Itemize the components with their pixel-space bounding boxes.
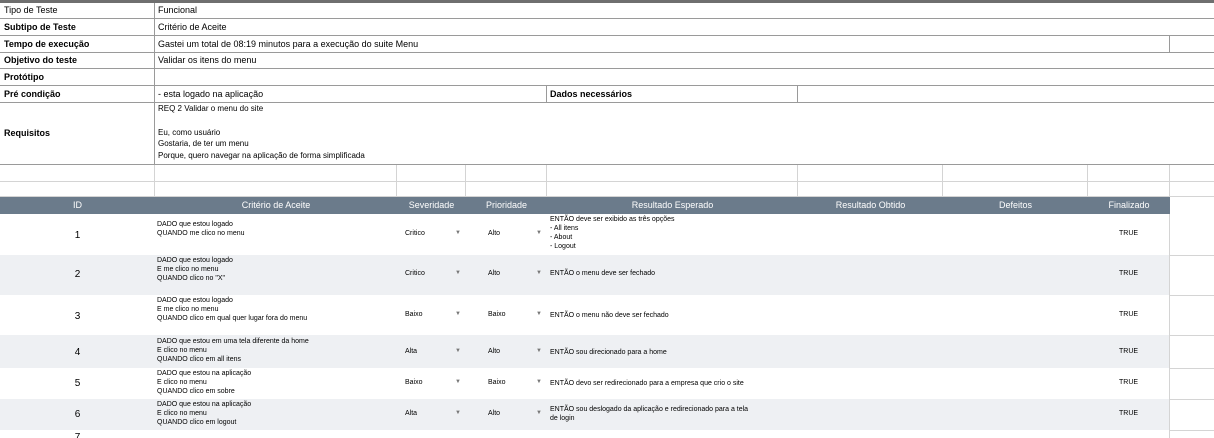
requisitos-line: REQ 2 Validar o menu do site	[158, 104, 264, 113]
row-resultado-esperado[interactable]: ENTÃO o menu não deve ser fechado	[550, 311, 669, 320]
dados-necessarios-value[interactable]	[798, 86, 1169, 102]
header-resultado-esperado[interactable]: Resultado Esperado	[547, 197, 798, 214]
requisitos-value[interactable]: REQ 2 Validar o menu do site Eu, como us…	[155, 103, 755, 164]
row-prioridade[interactable]: Alto	[488, 348, 500, 355]
row-id: 2	[74, 269, 81, 280]
row-severidade[interactable]: Alta	[405, 348, 417, 355]
row-criterio[interactable]: DADO que estou na aplicação E clico no m…	[157, 369, 251, 396]
row-resultado-esperado[interactable]: ENTÃO o menu deve ser fechado	[550, 269, 655, 278]
table-row[interactable]: 3 DADO que estou logado E me clico no me…	[0, 295, 1170, 335]
row-finalizado[interactable]: TRUE	[1119, 230, 1138, 237]
dropdown-arrow-icon[interactable]: ▼	[536, 410, 542, 416]
requisitos-line: Eu, como usuário	[158, 127, 221, 137]
subtipo-value[interactable]: Critério de Aceite	[155, 19, 755, 35]
requisitos-line	[158, 115, 755, 127]
pre-condicao-label: Pré condição	[4, 89, 61, 99]
row-resultado-esperado[interactable]: ENTÃO devo ser redirecionado para a empr…	[550, 379, 744, 388]
table-row[interactable]: 4 DADO que estou em uma tela diferente d…	[0, 335, 1170, 368]
dropdown-arrow-icon[interactable]: ▼	[455, 270, 461, 276]
table-row[interactable]: 6 DADO que estou na aplicação E clico no…	[0, 399, 1170, 430]
row-resultado-esperado[interactable]: ENTÃO deve ser exibido as três opções - …	[550, 215, 675, 251]
row-finalizado[interactable]: TRUE	[1119, 379, 1138, 386]
row-criterio[interactable]: DADO que estou na aplicação E clico no m…	[157, 400, 251, 427]
row-id: 7	[74, 432, 81, 438]
dropdown-arrow-icon[interactable]: ▼	[536, 348, 542, 354]
spreadsheet: Tipo de Teste Funcional Subtipo de Teste…	[0, 0, 1214, 438]
row-criterio[interactable]: DADO que estou logado E me clico no menu…	[157, 296, 307, 323]
row-prioridade[interactable]: Alto	[488, 270, 500, 277]
tipo-label: Tipo de Teste	[4, 5, 58, 15]
table-row[interactable]: 7	[0, 430, 1170, 438]
row-criterio[interactable]: DADO que estou logado E me clico no menu…	[157, 256, 233, 283]
header-finalizado[interactable]: Finalizado	[1088, 197, 1170, 214]
prototipo-value[interactable]	[155, 69, 755, 85]
table-row[interactable]: 1 DADO que estou logado QUANDO me clico …	[0, 214, 1170, 255]
row-criterio[interactable]: DADO que estou logado QUANDO me clico no…	[157, 220, 245, 238]
row-finalizado[interactable]: TRUE	[1119, 270, 1138, 277]
dropdown-arrow-icon[interactable]: ▼	[455, 230, 461, 236]
row-finalizado[interactable]: TRUE	[1119, 311, 1138, 318]
row-id: 3	[74, 311, 81, 322]
header-criterio[interactable]: Critério de Aceite	[155, 197, 397, 214]
header-resultado-obtido[interactable]: Resultado Obtido	[798, 197, 943, 214]
row-id: 6	[74, 409, 81, 420]
table-row[interactable]: 2 DADO que estou logado E me clico no me…	[0, 255, 1170, 295]
empty-row	[0, 165, 1214, 182]
row-severidade[interactable]: Baixo	[405, 311, 423, 318]
table-row[interactable]: 5 DADO que estou na aplicação E clico no…	[0, 368, 1170, 399]
header-severidade[interactable]: Severidade	[397, 197, 466, 214]
requisitos-line: Porque, quero navegar na aplicação de fo…	[158, 151, 365, 161]
dropdown-arrow-icon[interactable]: ▼	[455, 410, 461, 416]
dropdown-arrow-icon[interactable]: ▼	[536, 379, 542, 385]
header-defeitos[interactable]: Defeitos	[943, 197, 1088, 214]
row-prioridade[interactable]: Baixo	[488, 379, 506, 386]
row-severidade[interactable]: Critico	[405, 230, 425, 237]
objetivo-label: Objetivo do teste	[4, 55, 78, 65]
objetivo-value[interactable]: Validar os itens do menu	[155, 53, 755, 68]
row-finalizado[interactable]: TRUE	[1119, 348, 1138, 355]
prototipo-label: Protótipo	[4, 72, 44, 82]
row-prioridade[interactable]: Baixo	[488, 311, 506, 318]
row-prioridade[interactable]: Alto	[488, 230, 500, 237]
row-severidade[interactable]: Critico	[405, 270, 425, 277]
dropdown-arrow-icon[interactable]: ▼	[536, 311, 542, 317]
header-id[interactable]: ID	[0, 197, 155, 214]
row-severidade[interactable]: Alta	[405, 410, 417, 417]
subtipo-label: Subtipo de Teste	[4, 22, 76, 32]
dropdown-arrow-icon[interactable]: ▼	[455, 311, 461, 317]
row-id: 1	[74, 230, 81, 241]
tempo-label: Tempo de execução	[4, 39, 90, 49]
header-prioridade[interactable]: Prioridade	[466, 197, 547, 214]
row-id: 5	[74, 378, 81, 389]
row-severidade[interactable]: Baixo	[405, 379, 423, 386]
requisitos-line: Gostaria, de ter um menu	[158, 139, 249, 149]
row-prioridade[interactable]: Alto	[488, 410, 500, 417]
pre-condicao-value[interactable]: - esta logado na aplicação	[155, 86, 545, 102]
table-header: ID Critério de Aceite Severidade Priorid…	[0, 197, 1170, 214]
row-resultado-esperado[interactable]: ENTÃO sou direcionado para a home	[550, 348, 667, 357]
dropdown-arrow-icon[interactable]: ▼	[536, 230, 542, 236]
dropdown-arrow-icon[interactable]: ▼	[455, 348, 461, 354]
dados-necessarios-label: Dados necessários	[550, 89, 633, 99]
dropdown-arrow-icon[interactable]: ▼	[536, 270, 542, 276]
dropdown-arrow-icon[interactable]: ▼	[455, 379, 461, 385]
row-finalizado[interactable]: TRUE	[1119, 410, 1138, 417]
empty-row	[0, 181, 1214, 198]
tempo-value[interactable]: Gastei um total de 08:19 minutos para a …	[155, 36, 955, 52]
row-resultado-esperado[interactable]: ENTÃO sou deslogado da aplicação e redir…	[550, 405, 748, 423]
tipo-value[interactable]: Funcional	[155, 3, 755, 18]
row-id: 4	[74, 347, 81, 358]
requisitos-label: Requisitos	[4, 128, 51, 138]
row-criterio[interactable]: DADO que estou em uma tela diferente da …	[157, 337, 309, 364]
